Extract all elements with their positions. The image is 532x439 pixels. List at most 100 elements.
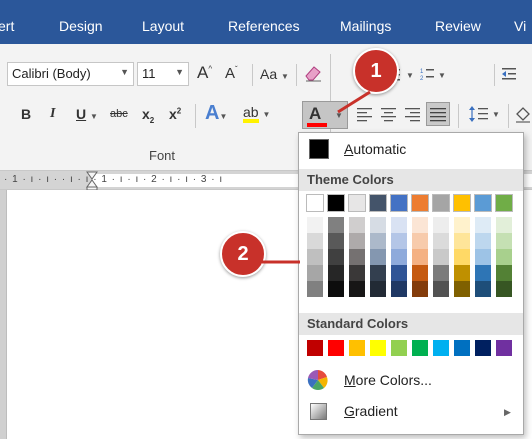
- theme-color-swatch[interactable]: [496, 265, 512, 281]
- theme-color-swatch[interactable]: [391, 233, 407, 249]
- theme-color-swatch[interactable]: [412, 281, 428, 297]
- standard-color-swatch[interactable]: [328, 340, 344, 356]
- theme-color-swatch[interactable]: [307, 233, 323, 249]
- standard-color-swatch[interactable]: [454, 340, 470, 356]
- standard-color-swatch[interactable]: [412, 340, 428, 356]
- theme-color-swatch[interactable]: [433, 217, 449, 233]
- theme-color-swatch[interactable]: [348, 194, 366, 212]
- shading-button[interactable]: [514, 106, 532, 127]
- theme-color-swatch[interactable]: [370, 281, 386, 297]
- theme-color-swatch[interactable]: [433, 265, 449, 281]
- shrink-font-button[interactable]: Aˇ: [225, 65, 238, 82]
- theme-color-swatch[interactable]: [391, 265, 407, 281]
- theme-color-swatch[interactable]: [412, 249, 428, 265]
- standard-color-swatch[interactable]: [433, 340, 449, 356]
- theme-color-swatch[interactable]: [496, 249, 512, 265]
- theme-color-swatch[interactable]: [474, 194, 492, 212]
- theme-color-swatch[interactable]: [454, 233, 470, 249]
- theme-color-swatch[interactable]: [454, 281, 470, 297]
- standard-color-swatch[interactable]: [391, 340, 407, 356]
- theme-color-swatch[interactable]: [327, 194, 345, 212]
- clear-formatting-button[interactable]: [303, 63, 323, 86]
- tab-view[interactable]: Vi: [514, 18, 526, 34]
- theme-color-swatch[interactable]: [370, 265, 386, 281]
- theme-color-swatch[interactable]: [391, 217, 407, 233]
- theme-color-swatch[interactable]: [432, 194, 450, 212]
- chevron-down-icon[interactable]: ▼: [335, 111, 343, 120]
- grow-font-button[interactable]: A^: [197, 63, 212, 83]
- theme-color-swatch[interactable]: [307, 217, 323, 233]
- tab-review[interactable]: Review: [435, 18, 481, 34]
- theme-color-swatch[interactable]: [391, 281, 407, 297]
- theme-color-swatch[interactable]: [328, 265, 344, 281]
- tab-mailings[interactable]: Mailings: [340, 18, 391, 34]
- theme-color-swatch[interactable]: [349, 265, 365, 281]
- text-effects-button[interactable]: A▼: [205, 102, 227, 125]
- tab-design[interactable]: Design: [59, 18, 103, 34]
- theme-color-swatch[interactable]: [328, 281, 344, 297]
- theme-color-swatch[interactable]: [454, 265, 470, 281]
- theme-color-swatch[interactable]: [349, 281, 365, 297]
- theme-color-swatch[interactable]: [370, 249, 386, 265]
- theme-color-swatch[interactable]: [328, 249, 344, 265]
- theme-color-swatch[interactable]: [349, 217, 365, 233]
- theme-color-swatch[interactable]: [475, 233, 491, 249]
- decrease-indent-button[interactable]: [500, 66, 526, 85]
- automatic-color-item[interactable]: Automatic: [299, 133, 523, 165]
- theme-color-swatch[interactable]: [475, 265, 491, 281]
- standard-color-swatch[interactable]: [475, 340, 491, 356]
- theme-color-swatch[interactable]: [496, 217, 512, 233]
- line-spacing-button[interactable]: ▼: [468, 104, 502, 127]
- theme-color-swatch[interactable]: [349, 249, 365, 265]
- theme-color-swatch[interactable]: [496, 281, 512, 297]
- theme-color-swatch[interactable]: [307, 265, 323, 281]
- theme-color-swatch[interactable]: [475, 249, 491, 265]
- theme-color-swatch[interactable]: [412, 217, 428, 233]
- underline-button[interactable]: U ▼: [76, 106, 98, 122]
- theme-color-swatch[interactable]: [433, 233, 449, 249]
- align-center-button[interactable]: [380, 106, 398, 125]
- font-color-button[interactable]: A ▼: [302, 101, 348, 129]
- theme-color-swatch[interactable]: [454, 217, 470, 233]
- theme-color-swatch[interactable]: [475, 217, 491, 233]
- strikethrough-button[interactable]: abc: [110, 108, 128, 120]
- standard-color-swatch[interactable]: [349, 340, 365, 356]
- gradient-item[interactable]: Gradient ▶: [299, 397, 523, 427]
- justify-button[interactable]: [426, 102, 450, 126]
- font-name-combo[interactable]: Calibri (Body) ▼: [7, 62, 134, 86]
- theme-color-swatch[interactable]: [433, 249, 449, 265]
- theme-color-swatch[interactable]: [390, 194, 408, 212]
- theme-color-swatch[interactable]: [433, 281, 449, 297]
- italic-button[interactable]: I: [50, 106, 55, 122]
- more-colors-item[interactable]: More Colors...: [299, 366, 523, 396]
- theme-color-swatch[interactable]: [495, 194, 513, 212]
- theme-color-swatch[interactable]: [412, 265, 428, 281]
- theme-color-swatch[interactable]: [370, 233, 386, 249]
- theme-color-swatch[interactable]: [307, 249, 323, 265]
- highlight-button[interactable]: ab ▼: [243, 104, 270, 123]
- bold-button[interactable]: B: [21, 106, 31, 122]
- superscript-button[interactable]: x2: [169, 106, 181, 122]
- theme-color-swatch[interactable]: [496, 233, 512, 249]
- subscript-button[interactable]: x2: [142, 106, 154, 125]
- font-size-combo[interactable]: 11 ▼: [137, 62, 189, 86]
- theme-color-swatch[interactable]: [453, 194, 471, 212]
- theme-color-swatch[interactable]: [349, 233, 365, 249]
- chevron-down-icon[interactable]: ▼: [175, 67, 184, 77]
- theme-color-swatch[interactable]: [391, 249, 407, 265]
- numbering-button[interactable]: 1 2 ▼: [420, 66, 450, 85]
- chevron-down-icon[interactable]: ▼: [120, 67, 129, 77]
- theme-color-swatch[interactable]: [328, 217, 344, 233]
- theme-color-swatch[interactable]: [412, 233, 428, 249]
- tab-layout[interactable]: Layout: [142, 18, 184, 34]
- theme-color-swatch[interactable]: [475, 281, 491, 297]
- align-right-button[interactable]: [404, 106, 422, 125]
- tab-references[interactable]: References: [228, 18, 300, 34]
- theme-color-swatch[interactable]: [370, 217, 386, 233]
- standard-color-swatch[interactable]: [370, 340, 386, 356]
- theme-color-swatch[interactable]: [307, 281, 323, 297]
- theme-color-swatch[interactable]: [369, 194, 387, 212]
- theme-color-swatch[interactable]: [454, 249, 470, 265]
- align-left-button[interactable]: [356, 106, 374, 125]
- standard-color-swatch[interactable]: [307, 340, 323, 356]
